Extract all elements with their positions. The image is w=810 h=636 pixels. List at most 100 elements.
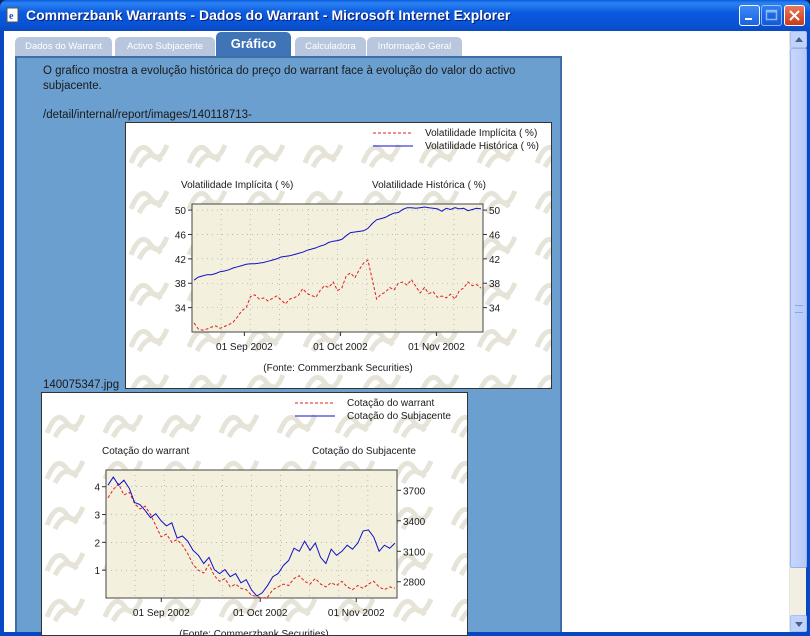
tab-dados-do-warrant[interactable]: Dados do Warrant	[15, 37, 112, 56]
chart-description: O grafico mostra a evolução histórica do…	[43, 65, 516, 92]
arrow-down-icon	[795, 622, 803, 627]
watermark-mark	[360, 144, 402, 169]
watermark-mark	[44, 552, 86, 577]
watermark-mark	[128, 328, 170, 353]
watermark-mark	[160, 414, 202, 439]
watermark-mark	[450, 414, 467, 439]
vertical-scrollbar[interactable]	[789, 31, 807, 632]
chart-source: (Fonte: Commerzbank Securities)	[263, 363, 413, 374]
arrow-up-icon	[795, 37, 803, 42]
x-tick-label: 01 Nov 2002	[328, 608, 385, 619]
watermark-mark	[534, 236, 551, 261]
tab-activo-subjacente[interactable]: Activo Subjacente	[115, 37, 215, 56]
legend-label: Volatilidade Implícita ( %)	[425, 128, 537, 139]
volatility-chart: Volatilidade Implícita ( %) Volatilidade …	[125, 122, 552, 389]
image-path-text: /detail/internal/report/images/140118713…	[43, 109, 252, 121]
watermark-mark	[130, 374, 170, 388]
watermark-mark	[476, 328, 518, 353]
legend-label: Volatilidade Histórica ( %)	[425, 141, 539, 152]
watermark-mark	[392, 460, 434, 485]
x-tick-label: 01 Sep 2002	[216, 342, 273, 353]
watermark-mark	[450, 506, 467, 531]
watermark-mark	[186, 144, 228, 169]
tab-calculadora[interactable]: Calculadora	[295, 37, 366, 56]
watermark-mark	[44, 598, 86, 623]
minimize-icon	[745, 18, 752, 20]
left-tick-label: 3	[94, 511, 100, 522]
right-tick-label: 50	[489, 206, 501, 217]
left-tick-label: 46	[175, 230, 187, 241]
scroll-thumb[interactable]	[790, 48, 807, 568]
watermark-mark	[276, 414, 318, 439]
watermark-mark	[392, 598, 434, 623]
watermark-mark	[244, 144, 286, 169]
minimize-button[interactable]	[739, 5, 760, 26]
x-tick-label: 01 Sep 2002	[133, 608, 190, 619]
chart-source: (Fonte: Commerzbank Securities)	[179, 629, 329, 636]
tab-informacao-geral[interactable]: Informação Geral	[367, 37, 462, 56]
left-tick-label: 34	[175, 304, 187, 315]
x-tick-label: 01 Oct 2002	[233, 608, 288, 619]
plot-area	[191, 203, 484, 333]
watermark-mark	[362, 374, 402, 388]
right-axis-title: Cotação do Subjacente	[312, 446, 416, 457]
left-tick-label: 38	[175, 279, 187, 290]
volatility-chart-svg: Volatilidade Implícita ( %) Volatilidade …	[128, 128, 551, 388]
watermark-mark	[534, 282, 551, 307]
title-bar[interactable]: e Commerzbank Warrants - Dados do Warran…	[0, 0, 810, 31]
price-chart: Cotação do warrant Cotação do Subjacente C…	[41, 392, 468, 636]
right-tick-label: 3100	[403, 547, 426, 558]
right-tick-label: 3400	[403, 517, 426, 528]
price-chart-svg: Cotação do warrant Cotação do Subjacente C…	[44, 398, 467, 636]
watermark-mark	[534, 144, 551, 169]
watermark-mark	[128, 144, 170, 169]
watermark-mark	[218, 414, 260, 439]
watermark-mark	[128, 190, 170, 215]
left-axis-title: Volatilidade Implícita ( %)	[181, 180, 293, 191]
ie-page-icon: e	[6, 7, 19, 23]
right-tick-label: 34	[489, 304, 501, 315]
right-tick-label: 2800	[403, 578, 426, 589]
legend-label: Cotação do warrant	[347, 398, 434, 409]
left-tick-label: 4	[94, 483, 100, 494]
watermark-mark	[188, 374, 228, 388]
svg-text:e: e	[9, 11, 14, 22]
x-tick-label: 01 Oct 2002	[313, 342, 368, 353]
watermark-mark	[536, 374, 551, 388]
watermark-mark	[534, 328, 551, 353]
maximize-button[interactable]	[761, 5, 782, 26]
image-path-text-continued: 140075347.jpg	[43, 379, 120, 391]
left-tick-label: 42	[175, 255, 187, 266]
watermark-mark	[420, 374, 460, 388]
tab-grafico[interactable]: Gráfico	[216, 32, 291, 57]
plot-area	[105, 469, 398, 599]
left-tick-label: 50	[175, 206, 187, 217]
page-content: Dados do Warrant Activo Subjacente Gráfi…	[4, 31, 807, 636]
watermark-mark	[102, 414, 144, 439]
watermark-mark	[128, 236, 170, 261]
browser-window: e Commerzbank Warrants - Dados do Warran…	[0, 0, 810, 636]
scroll-down-button[interactable]	[790, 615, 807, 632]
window-title: Commerzbank Warrants - Dados do Warrant …	[26, 7, 511, 23]
left-tick-label: 1	[94, 566, 100, 577]
watermark-mark	[304, 374, 344, 388]
watermark-mark	[534, 190, 551, 215]
watermark-mark	[450, 598, 467, 623]
close-icon	[789, 10, 800, 21]
watermark-mark	[44, 460, 86, 485]
x-tick-label: 01 Nov 2002	[408, 342, 465, 353]
watermark-mark	[246, 374, 286, 388]
watermark-mark	[450, 460, 467, 485]
left-tick-label: 2	[94, 538, 100, 549]
right-tick-label: 3700	[403, 486, 426, 497]
watermark-mark	[450, 552, 467, 577]
close-button[interactable]	[784, 5, 805, 26]
watermark-mark	[478, 374, 518, 388]
maximize-icon	[765, 9, 778, 21]
legend-label: Cotação do Subjacente	[347, 411, 451, 422]
chart-panel: O grafico mostra a evolução histórica do…	[15, 56, 562, 636]
scroll-up-button[interactable]	[790, 31, 807, 48]
watermark-mark	[44, 414, 86, 439]
right-tick-label: 38	[489, 279, 501, 290]
grip-icon	[795, 305, 803, 313]
